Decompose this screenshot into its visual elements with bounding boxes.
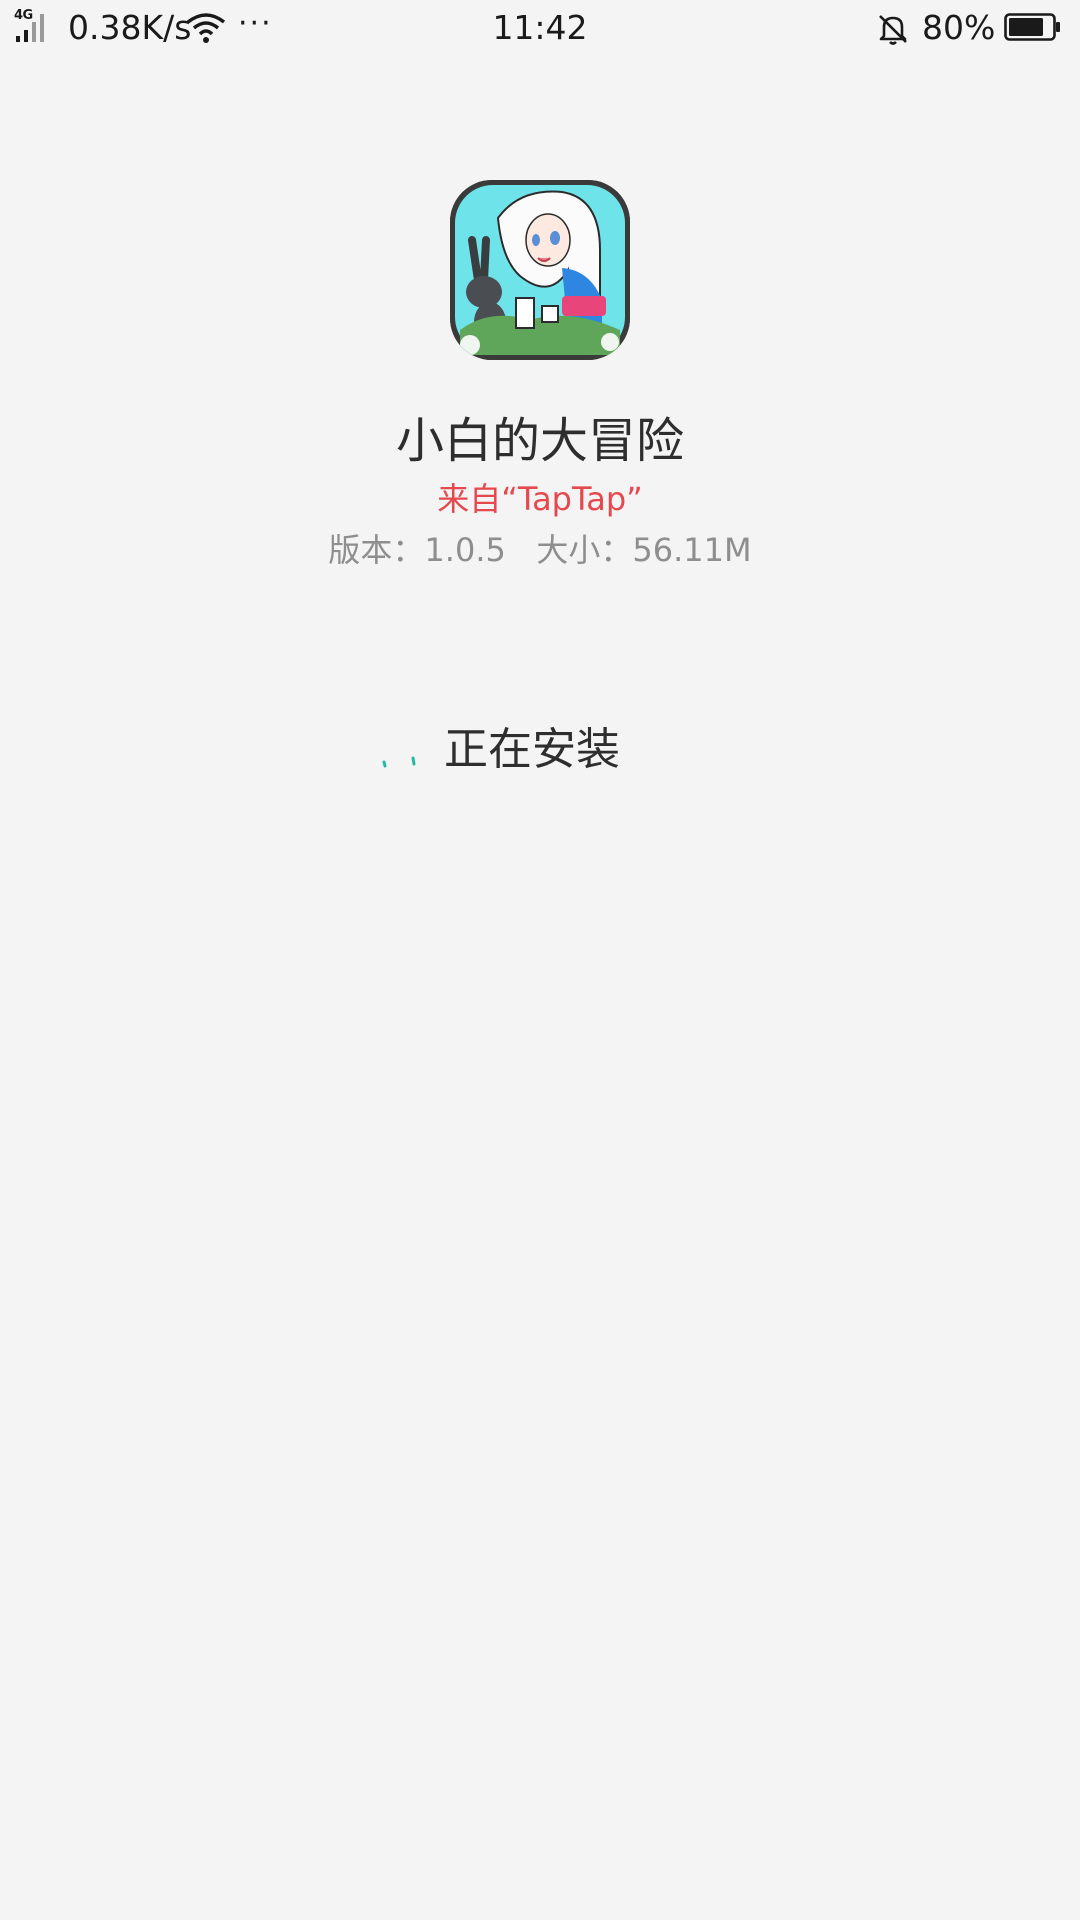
version-label: 版本： [328, 531, 425, 569]
battery-icon [1004, 13, 1062, 41]
mute-bell-icon [876, 12, 910, 46]
size-label: 大小： [536, 531, 633, 569]
version-value: 1.0.5 [424, 531, 506, 569]
loading-spinner-icon [378, 736, 418, 776]
install-status: 正在安装 [0, 720, 1080, 780]
clock: 11:42 [492, 8, 588, 47]
app-meta: 版本：1.0.5 大小：56.11M [0, 526, 1080, 574]
battery-percent: 80% [922, 8, 996, 47]
install-status-label: 正在安装 [444, 724, 620, 775]
status-bar: 4G 0.38K/s ··· 11:42 80% [0, 0, 1080, 58]
size-value: 56.11M [632, 531, 752, 569]
meta-gap [506, 531, 537, 569]
app-icon [450, 180, 630, 360]
app-source: 来自“TapTap” [437, 480, 643, 518]
app-name: 小白的大冒险 [395, 413, 684, 469]
